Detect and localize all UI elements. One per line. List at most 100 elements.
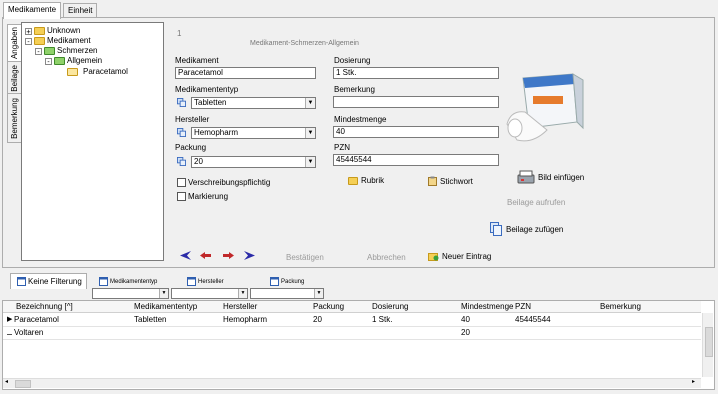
scroll-right-icon[interactable]: ▸ [692,378,695,385]
packung-select[interactable]: 20 ▼ [191,156,316,168]
stichwort-button[interactable]: Stichwort [428,176,473,186]
packung-value: 20 [194,157,203,166]
column-header-pzn[interactable]: PZN [515,302,531,311]
filter-tab-packung[interactable]: Packung [270,275,304,288]
chevron-down-icon[interactable]: ▼ [305,98,315,108]
tree-node-allgemein[interactable]: - Allgemein [45,56,102,66]
column-header-bezeichnung[interactable]: Bezeichnung [^] [16,302,73,311]
bemerkung-label: Bemerkung [334,85,375,94]
cell-bezeichnung[interactable]: Paracetamol [14,315,59,324]
packung-label: Packung [175,143,207,152]
tree-node-label: Allgemein [67,56,103,65]
beilage-zufuegen-button[interactable]: Beilage zufügen [490,222,563,236]
tree-node-medikament[interactable]: - Medikament [25,36,91,46]
collapse-icon[interactable]: - [45,57,52,65]
column-header-packung[interactable]: Packung [313,302,344,311]
filter-tab-medikamententyp[interactable]: Medikamententyp [99,275,157,288]
side-tab-angaben-label: Angaben [10,27,19,60]
cell-mindestmenge[interactable]: 40 [461,315,470,324]
folder-add-icon [428,253,439,261]
dosierung-label: Dosierung [334,56,371,65]
copy-icon[interactable] [177,128,186,137]
horizontal-scrollbar[interactable]: ◂ ▸ [3,378,701,388]
column-header-bemerkung[interactable]: Bemerkung [600,302,641,311]
filter-tab-keine[interactable]: Keine Filterung [17,275,82,288]
chevron-down-icon[interactable]: ▼ [238,289,247,298]
tree-node-unknown[interactable]: + Unknown [25,26,80,36]
collapse-icon[interactable]: - [35,47,42,55]
table-header [3,301,701,313]
folder-icon [348,176,358,185]
collapse-icon[interactable]: - [25,37,32,45]
tab-einheit[interactable]: Einheit [63,3,98,18]
folder-icon [34,37,45,45]
filter-tab-hersteller[interactable]: Hersteller [187,275,224,288]
side-tab-angaben[interactable]: Angaben [7,24,22,63]
abbrechen-button[interactable]: Abbrechen [367,253,406,262]
copy-icon[interactable] [177,157,186,166]
tree-node-paracetamol[interactable]: Paracetamol [67,67,128,77]
bemerkung-input[interactable] [333,96,499,108]
beilage-aufrufen-button[interactable]: Beilage aufrufen [507,198,565,207]
expand-icon[interactable]: + [25,27,32,35]
cell-mindestmenge[interactable]: 20 [461,328,470,337]
chevron-down-icon[interactable]: ▼ [305,157,315,167]
side-tab-beilage[interactable]: Beilage [7,61,22,95]
column-header-mindestmenge[interactable]: Mindestmenge [461,302,513,311]
vertical-scrollbar[interactable] [702,313,713,377]
cell-medikamententyp[interactable]: Tabletten [134,315,166,324]
tab-medikamente[interactable]: Medikamente [3,2,62,19]
cell-dosierung[interactable]: 1 Stk. [372,315,392,324]
bild-einfuegen-button[interactable]: Bild einfügen [517,170,584,184]
scroll-left-icon[interactable]: ◂ [5,378,8,385]
chevron-down-icon[interactable]: ▼ [314,289,323,298]
horizontal-scroll-thumb[interactable] [15,380,31,388]
column-header-medikamententyp[interactable]: Medikamententyp [134,302,197,311]
side-tab-bemerkung[interactable]: Bemerkung [7,93,22,143]
filter-hersteller-select[interactable]: ▼ [171,288,248,299]
rubrik-button[interactable]: Rubrik [348,176,384,185]
next-record-icon[interactable] [223,252,234,259]
medikamententyp-select[interactable]: Tabletten ▼ [191,97,316,109]
copy-icon[interactable] [177,98,186,107]
table-row[interactable] [3,327,701,339]
previous-record-icon[interactable] [200,252,211,259]
medikamententyp-label: Medikamententyp [175,85,239,94]
medikament-input[interactable]: Paracetamol [175,67,316,79]
category-tree[interactable]: + Unknown - Medikament - Schmerzen - All… [21,22,164,261]
filter-medikamententyp-select[interactable]: ▼ [92,288,169,299]
filter-packung-select[interactable]: ▼ [250,288,324,299]
chevron-down-icon[interactable]: ▼ [305,128,315,138]
pzn-input[interactable]: 45445544 [333,154,499,166]
chevron-down-icon[interactable]: ▼ [159,289,168,298]
product-image [506,73,584,142]
table-icon [17,277,26,286]
dosierung-input[interactable]: 1 Stk. [333,67,499,79]
row-divider [3,339,701,340]
rubrik-label: Rubrik [361,176,385,185]
cell-pzn[interactable]: 45445544 [515,315,551,324]
vertical-scroll-thumb[interactable] [705,327,713,357]
mindestmenge-input[interactable]: 40 [333,126,499,138]
table-row[interactable] [3,313,701,325]
verschreibungspflichtig-checkbox[interactable] [177,178,186,187]
column-header-dosierung[interactable]: Dosierung [372,302,408,311]
table-icon [99,277,108,286]
column-header-hersteller[interactable]: Hersteller [223,302,257,311]
markierung-checkbox[interactable] [177,192,186,201]
folder-check-icon [54,57,65,65]
tree-node-schmerzen[interactable]: - Schmerzen [35,46,97,56]
cell-packung[interactable]: 20 [313,315,322,324]
cell-hersteller[interactable]: Hemopharm [223,315,267,324]
hersteller-select[interactable]: Hemopharm ▼ [191,127,316,139]
new-row-marker [7,334,12,335]
bestaetigen-button[interactable]: Bestätigen [286,253,324,262]
first-record-icon[interactable] [180,251,191,260]
last-record-icon[interactable] [244,251,255,260]
neuer-eintrag-button[interactable]: Neuer Eintrag [428,251,491,261]
bild-einfuegen-label: Bild einfügen [538,172,585,182]
filter-tab-label: Packung [281,278,305,285]
table-icon [270,277,279,286]
cell-bezeichnung[interactable]: Voltaren [14,328,43,337]
row-indicator-icon: ▶ [7,316,13,323]
